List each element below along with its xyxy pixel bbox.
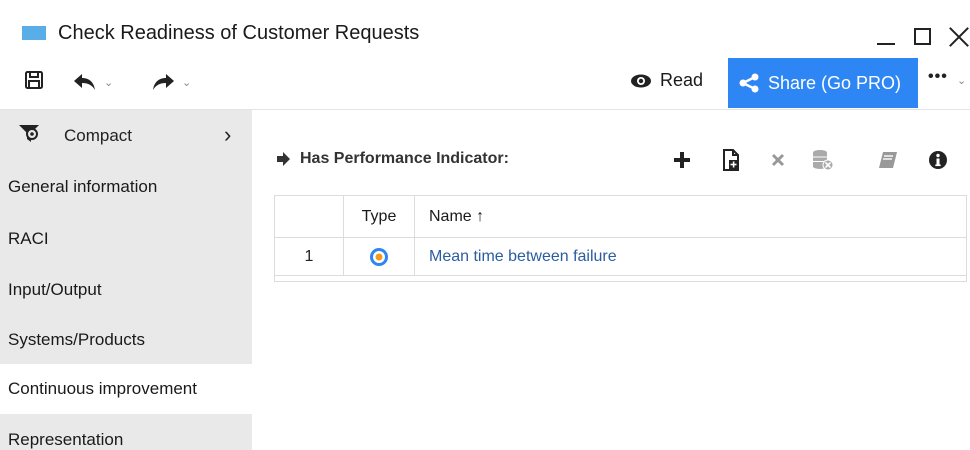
share-icon (739, 73, 759, 93)
database-delete-icon (813, 150, 834, 171)
performance-indicator-table: Type Name ↑ 1 Mean time between failure (274, 195, 967, 276)
undo-icon (74, 74, 95, 90)
read-label: Read (660, 70, 704, 90)
title-bar: Check Readiness of Customer Requests (0, 12, 970, 56)
remove-button[interactable] (764, 146, 792, 174)
relation-arrow-icon (277, 152, 290, 166)
chevron-down-icon: ⌄ (104, 76, 114, 89)
new-document-icon (723, 149, 739, 171)
eye-icon (631, 74, 651, 87)
maximize-button[interactable] (914, 28, 931, 45)
undo-button[interactable]: ⌄ (72, 72, 113, 92)
more-button[interactable]: ••• (928, 68, 948, 86)
sidebar-item-raci[interactable]: RACI (0, 214, 252, 264)
window-title: Check Readiness of Customer Requests (58, 22, 420, 44)
filter-icon (19, 125, 39, 142)
redo-icon (153, 74, 174, 90)
row-index: 1 (274, 237, 344, 276)
column-header-name[interactable]: Name ↑ (414, 195, 967, 238)
plus-icon (674, 152, 690, 168)
book-icon (879, 152, 897, 168)
redo-button[interactable]: ⌄ (150, 72, 191, 92)
save-icon (25, 71, 43, 89)
sidebar: Compact › General information RACI Input… (0, 110, 252, 450)
section-header: Has Performance Indicator: (276, 150, 509, 168)
target-icon (370, 247, 388, 266)
table-header-row: Type Name ↑ (274, 195, 967, 238)
chevron-right-icon: › (224, 122, 232, 147)
sidebar-item-systems-products[interactable]: Systems/Products (0, 315, 252, 365)
info-button[interactable] (924, 146, 952, 174)
sidebar-item-representation[interactable]: Representation (0, 415, 252, 450)
close-button[interactable] (948, 22, 970, 50)
sidebar-item-input-output[interactable]: Input/Output (0, 265, 252, 315)
column-header-index (274, 195, 344, 238)
sidebar-item-continuous-improvement[interactable]: Continuous improvement (0, 364, 252, 414)
info-icon (929, 151, 947, 169)
save-button[interactable] (24, 70, 44, 90)
add-button[interactable] (668, 146, 696, 174)
row-name[interactable]: Mean time between failure (429, 248, 617, 265)
add-existing-button[interactable] (717, 146, 745, 174)
compact-toggle[interactable]: Compact › (0, 110, 252, 160)
table-footer (274, 276, 967, 282)
table-row[interactable]: 1 Mean time between failure (274, 237, 967, 276)
row-name-link[interactable]: Mean time between failure (414, 237, 967, 276)
toolbar: ⌄ ⌄ Read Share (Go PRO) ••• ⌄ (0, 56, 970, 110)
minimize-button[interactable] (874, 20, 900, 46)
chevron-down-icon: ⌄ (182, 76, 192, 89)
book-button[interactable] (874, 146, 902, 174)
row-type (343, 237, 415, 276)
share-label: Share (Go PRO) (768, 72, 902, 93)
chevron-down-icon[interactable]: ⌄ (957, 74, 966, 87)
section-title: Has Performance Indicator: (300, 150, 509, 167)
delete-from-database-button[interactable] (809, 146, 837, 174)
read-button[interactable]: Read (630, 70, 703, 91)
sidebar-item-general-information[interactable]: General information (0, 162, 252, 212)
column-header-type[interactable]: Type (343, 195, 415, 238)
compact-label: Compact (64, 126, 133, 145)
app-icon (22, 26, 46, 40)
x-icon (771, 153, 785, 167)
share-button[interactable]: Share (Go PRO) (728, 58, 918, 108)
